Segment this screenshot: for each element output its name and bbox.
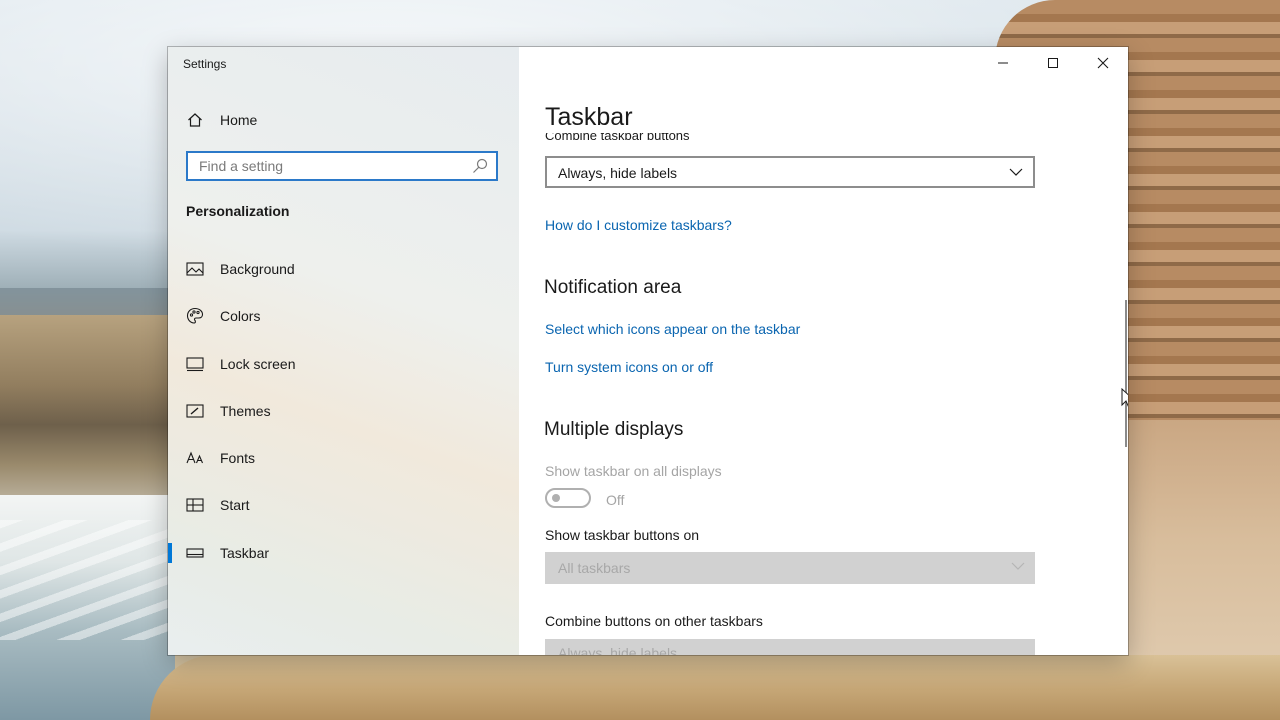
mouse-cursor-icon xyxy=(1121,388,1128,407)
wallpaper-cliff-left xyxy=(0,315,175,515)
search-icon[interactable] xyxy=(472,158,488,174)
sidebar-item-start[interactable]: Start xyxy=(168,485,519,525)
section-heading: Personalization xyxy=(186,203,290,219)
dropdown-value: All taskbars xyxy=(558,560,631,576)
sidebar-item-label: Lock screen xyxy=(220,356,296,372)
window-controls xyxy=(978,47,1128,79)
nav-home[interactable]: Home xyxy=(185,109,257,131)
show-all-displays-toggle[interactable] xyxy=(545,488,591,508)
customize-taskbars-help-link[interactable]: How do I customize taskbars? xyxy=(545,217,732,233)
sidebar-item-themes[interactable]: Themes xyxy=(168,391,519,431)
page-title: Taskbar xyxy=(545,103,633,131)
maximize-button[interactable] xyxy=(1028,47,1078,79)
chevron-down-icon xyxy=(1011,562,1025,570)
picture-icon xyxy=(185,259,205,279)
start-grid-icon xyxy=(185,495,205,515)
sidebar-item-background[interactable]: Background xyxy=(168,249,519,289)
scrollbar-thumb[interactable] xyxy=(1125,300,1127,447)
minimize-icon xyxy=(998,62,1008,64)
show-all-displays-label: Show taskbar on all displays xyxy=(545,463,722,479)
show-buttons-on-label: Show taskbar buttons on xyxy=(545,527,700,543)
sidebar-item-fonts[interactable]: Fonts xyxy=(168,438,519,478)
sidebar-item-label: Themes xyxy=(220,403,271,419)
system-icons-link[interactable]: Turn system icons on or off xyxy=(545,359,713,375)
sidebar-item-label: Colors xyxy=(220,308,261,324)
brush-icon xyxy=(185,401,205,421)
wallpaper-surf xyxy=(0,520,175,640)
sidebar-item-label: Fonts xyxy=(220,450,256,466)
show-buttons-on-dropdown[interactable]: All taskbars xyxy=(545,552,1035,584)
window-title: Settings xyxy=(183,57,227,71)
combine-other-taskbars-dropdown[interactable]: Always, hide labels xyxy=(545,639,1035,655)
sidebar-item-label: Start xyxy=(220,497,250,513)
wallpaper-sand xyxy=(150,655,1280,720)
navigation-pane: Settings Home Personalization Background xyxy=(168,47,519,655)
toggle-state-label: Off xyxy=(606,492,625,508)
toggle-knob xyxy=(552,494,560,502)
select-icons-link[interactable]: Select which icons appear on the taskbar xyxy=(545,321,800,337)
font-icon xyxy=(185,448,205,468)
monitor-lock-icon xyxy=(185,354,205,374)
minimize-button[interactable] xyxy=(978,47,1028,79)
sidebar-item-label: Background xyxy=(220,261,295,277)
settings-window: Settings Home Personalization Background xyxy=(168,47,1128,655)
nav-home-label: Home xyxy=(220,112,258,128)
search-box xyxy=(186,151,498,181)
home-icon xyxy=(185,110,205,130)
combine-taskbar-buttons-label: Combine taskbar buttons xyxy=(545,133,690,143)
dropdown-value: Always, hide labels xyxy=(558,645,678,655)
dropdown-value: Always, hide labels xyxy=(558,165,678,181)
content-pane: Taskbar Combine taskbar buttons Always, … xyxy=(519,47,1128,655)
maximize-icon xyxy=(1048,58,1058,68)
sidebar-item-lock-screen[interactable]: Lock screen xyxy=(168,344,519,384)
close-button[interactable] xyxy=(1078,47,1128,79)
combine-other-taskbars-label: Combine buttons on other taskbars xyxy=(545,613,763,629)
chevron-down-icon xyxy=(1009,168,1023,176)
search-input[interactable] xyxy=(188,153,469,179)
notification-area-heading: Notification area xyxy=(544,277,682,298)
palette-icon xyxy=(185,306,205,326)
close-icon xyxy=(1097,57,1109,69)
sidebar-item-label: Taskbar xyxy=(220,545,270,561)
multiple-displays-heading: Multiple displays xyxy=(544,419,684,440)
selected-indicator xyxy=(168,543,172,563)
sidebar-item-taskbar[interactable]: Taskbar xyxy=(168,533,519,573)
combine-taskbar-buttons-dropdown[interactable]: Always, hide labels xyxy=(545,156,1035,188)
taskbar-icon xyxy=(185,543,205,563)
sidebar-item-colors[interactable]: Colors xyxy=(168,296,519,336)
